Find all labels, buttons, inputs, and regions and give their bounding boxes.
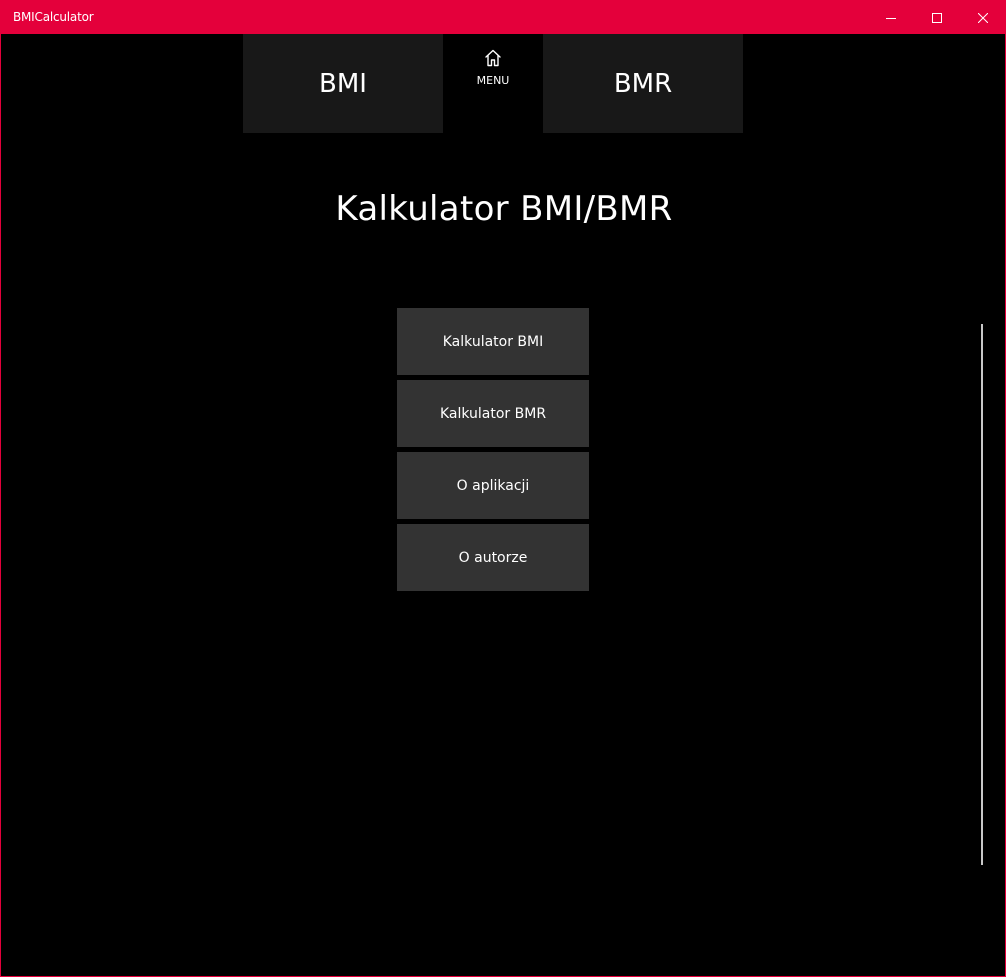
button-label: Kalkulator BMI — [442, 333, 544, 350]
maximize-icon — [932, 12, 942, 23]
nav-menu-label: MENU — [476, 74, 510, 87]
app-title: BMICalculator — [13, 10, 94, 24]
nav-bmr-button[interactable]: BMR — [543, 34, 743, 133]
app-window: BMICalculator BMI MENU BMR Kalkulator BM… — [0, 0, 1006, 977]
kalkulator-bmr-button[interactable]: Kalkulator BMR — [397, 380, 589, 447]
title-bar[interactable]: BMICalculator — [1, 1, 1005, 34]
maximize-button[interactable] — [914, 1, 960, 34]
button-label: O autorze — [458, 549, 528, 566]
o-aplikacji-button[interactable]: O aplikacji — [397, 452, 589, 519]
button-label: Kalkulator BMR — [439, 405, 547, 422]
close-icon — [978, 12, 988, 23]
page-title: Kalkulator BMI/BMR — [335, 189, 673, 229]
home-icon — [485, 49, 501, 67]
minimize-icon — [886, 17, 896, 19]
nav-bmi-label: BMI — [319, 68, 367, 99]
nav-menu-button[interactable]: MENU — [443, 34, 543, 133]
nav-bmi-button[interactable]: BMI — [243, 34, 443, 133]
close-button[interactable] — [960, 1, 1005, 34]
vertical-scrollbar[interactable] — [981, 324, 983, 865]
nav-bmr-label: BMR — [613, 68, 673, 99]
kalkulator-bmi-button[interactable]: Kalkulator BMI — [397, 308, 589, 375]
minimize-button[interactable] — [868, 1, 914, 34]
o-autorze-button[interactable]: O autorze — [397, 524, 589, 591]
button-label: O aplikacji — [456, 477, 530, 494]
